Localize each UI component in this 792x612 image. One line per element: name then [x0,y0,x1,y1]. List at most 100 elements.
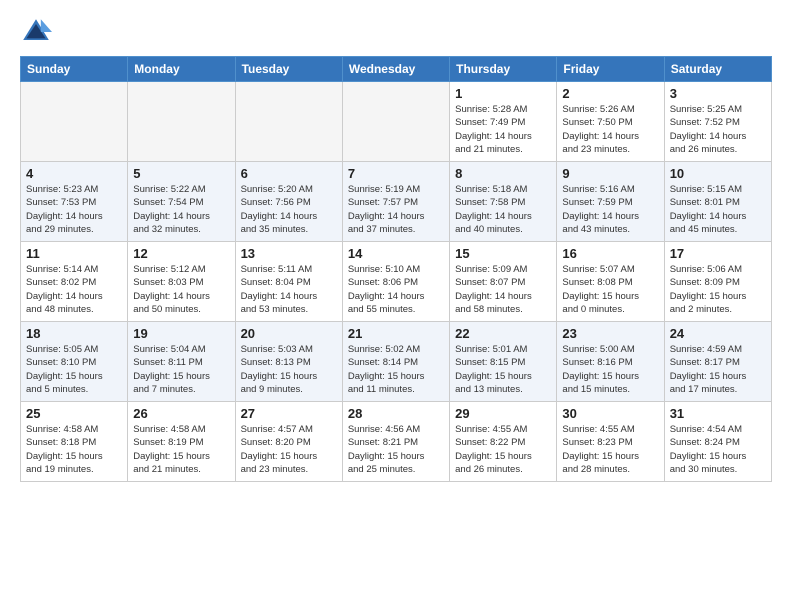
calendar-day-cell: 23 Sunrise: 5:00 AM Sunset: 8:16 PM Dayli… [557,322,664,402]
day-number: 29 [455,406,551,421]
day-info: Sunrise: 5:23 AM Sunset: 7:53 PM Dayligh… [26,183,122,236]
calendar-day-cell: 1 Sunrise: 5:28 AM Sunset: 7:49 PM Daylig… [450,82,557,162]
day-number: 3 [670,86,766,101]
logo [20,16,56,48]
day-number: 19 [133,326,229,341]
day-number: 7 [348,166,444,181]
weekday-header-sunday: Sunday [21,57,128,82]
calendar-week-row: 25 Sunrise: 4:58 AM Sunset: 8:18 PM Dayli… [21,402,772,482]
day-number: 17 [670,246,766,261]
calendar-day-cell: 22Sunrise: 5:01 AM Sunset: 8:15 PM Dayli… [450,322,557,402]
calendar-week-row: 18Sunrise: 5:05 AM Sunset: 8:10 PM Dayli… [21,322,772,402]
day-number: 12 [133,246,229,261]
day-number: 9 [562,166,658,181]
day-info: Sunrise: 5:18 AM Sunset: 7:58 PM Dayligh… [455,183,551,236]
day-number: 27 [241,406,337,421]
calendar-day-cell: 7 Sunrise: 5:19 AM Sunset: 7:57 PM Daylig… [342,162,449,242]
day-number: 28 [348,406,444,421]
weekday-header-row: SundayMondayTuesdayWednesdayThursdayFrid… [21,57,772,82]
calendar-day-cell: 14 Sunrise: 5:10 AM Sunset: 8:06 PM Dayli… [342,242,449,322]
day-number: 5 [133,166,229,181]
day-number: 15 [455,246,551,261]
calendar-day-cell: 5 Sunrise: 5:22 AM Sunset: 7:54 PM Daylig… [128,162,235,242]
day-number: 24 [670,326,766,341]
day-info: Sunrise: 5:02 AM Sunset: 8:14 PM Dayligh… [348,343,444,396]
day-number: 8 [455,166,551,181]
day-info: Sunrise: 5:01 AM Sunset: 8:15 PM Dayligh… [455,343,551,396]
day-number: 2 [562,86,658,101]
calendar-day-cell: 11 Sunrise: 5:14 AM Sunset: 8:02 PM Dayli… [21,242,128,322]
day-number: 23 [562,326,658,341]
day-info: Sunrise: 5:19 AM Sunset: 7:57 PM Dayligh… [348,183,444,236]
day-info: Sunrise: 4:58 AM Sunset: 8:18 PM Dayligh… [26,423,122,476]
day-number: 11 [26,246,122,261]
calendar-day-cell: 10 Sunrise: 5:15 AM Sunset: 8:01 PM Dayli… [664,162,771,242]
calendar-day-cell: 30Sunrise: 4:55 AM Sunset: 8:23 PM Dayli… [557,402,664,482]
day-number: 31 [670,406,766,421]
calendar-day-cell: 25 Sunrise: 4:58 AM Sunset: 8:18 PM Dayli… [21,402,128,482]
day-number: 20 [241,326,337,341]
calendar-day-cell: 24 Sunrise: 4:59 AM Sunset: 8:17 PM Dayli… [664,322,771,402]
page: SundayMondayTuesdayWednesdayThursdayFrid… [0,0,792,498]
calendar-day-cell: 12 Sunrise: 5:12 AM Sunset: 8:03 PM Dayli… [128,242,235,322]
day-info: Sunrise: 5:16 AM Sunset: 7:59 PM Dayligh… [562,183,658,236]
calendar-day-cell: 13Sunrise: 5:11 AM Sunset: 8:04 PM Dayli… [235,242,342,322]
weekday-header-friday: Friday [557,57,664,82]
weekday-header-tuesday: Tuesday [235,57,342,82]
weekday-header-wednesday: Wednesday [342,57,449,82]
calendar-day-cell: 31 Sunrise: 4:54 AM Sunset: 8:24 PM Dayli… [664,402,771,482]
day-info: Sunrise: 5:28 AM Sunset: 7:49 PM Dayligh… [455,103,551,156]
day-info: Sunrise: 4:57 AM Sunset: 8:20 PM Dayligh… [241,423,337,476]
header [20,16,772,48]
day-info: Sunrise: 4:56 AM Sunset: 8:21 PM Dayligh… [348,423,444,476]
calendar-day-cell: 18Sunrise: 5:05 AM Sunset: 8:10 PM Dayli… [21,322,128,402]
day-info: Sunrise: 5:11 AM Sunset: 8:04 PM Dayligh… [241,263,337,316]
day-number: 26 [133,406,229,421]
calendar-day-cell: 16 Sunrise: 5:07 AM Sunset: 8:08 PM Dayli… [557,242,664,322]
day-info: Sunrise: 5:14 AM Sunset: 8:02 PM Dayligh… [26,263,122,316]
calendar-day-cell: 19 Sunrise: 5:04 AM Sunset: 8:11 PM Dayli… [128,322,235,402]
calendar-day-cell: 9 Sunrise: 5:16 AM Sunset: 7:59 PM Daylig… [557,162,664,242]
day-info: Sunrise: 5:00 AM Sunset: 8:16 PM Dayligh… [562,343,658,396]
day-number: 1 [455,86,551,101]
calendar-day-cell: 8 Sunrise: 5:18 AM Sunset: 7:58 PM Daylig… [450,162,557,242]
weekday-header-monday: Monday [128,57,235,82]
day-number: 21 [348,326,444,341]
calendar-day-cell: 3Sunrise: 5:25 AM Sunset: 7:52 PM Daylig… [664,82,771,162]
calendar-week-row: 11 Sunrise: 5:14 AM Sunset: 8:02 PM Dayli… [21,242,772,322]
day-info: Sunrise: 4:55 AM Sunset: 8:22 PM Dayligh… [455,423,551,476]
day-number: 10 [670,166,766,181]
day-info: Sunrise: 5:15 AM Sunset: 8:01 PM Dayligh… [670,183,766,236]
calendar-day-cell: 28 Sunrise: 4:56 AM Sunset: 8:21 PM Dayli… [342,402,449,482]
day-number: 25 [26,406,122,421]
calendar-day-cell: 21 Sunrise: 5:02 AM Sunset: 8:14 PM Dayli… [342,322,449,402]
day-info: Sunrise: 4:55 AM Sunset: 8:23 PM Dayligh… [562,423,658,476]
calendar-day-cell [342,82,449,162]
day-info: Sunrise: 4:54 AM Sunset: 8:24 PM Dayligh… [670,423,766,476]
day-number: 6 [241,166,337,181]
weekday-header-thursday: Thursday [450,57,557,82]
calendar-day-cell: 26 Sunrise: 4:58 AM Sunset: 8:19 PM Dayli… [128,402,235,482]
calendar-day-cell: 2Sunrise: 5:26 AM Sunset: 7:50 PM Daylig… [557,82,664,162]
calendar-day-cell [235,82,342,162]
day-number: 14 [348,246,444,261]
calendar-week-row: 1 Sunrise: 5:28 AM Sunset: 7:49 PM Daylig… [21,82,772,162]
calendar-day-cell: 15Sunrise: 5:09 AM Sunset: 8:07 PM Dayli… [450,242,557,322]
calendar-day-cell: 6 Sunrise: 5:20 AM Sunset: 7:56 PM Daylig… [235,162,342,242]
day-info: Sunrise: 5:04 AM Sunset: 8:11 PM Dayligh… [133,343,229,396]
day-number: 16 [562,246,658,261]
day-info: Sunrise: 4:59 AM Sunset: 8:17 PM Dayligh… [670,343,766,396]
day-info: Sunrise: 5:20 AM Sunset: 7:56 PM Dayligh… [241,183,337,236]
calendar-day-cell: 27 Sunrise: 4:57 AM Sunset: 8:20 PM Dayli… [235,402,342,482]
day-info: Sunrise: 5:07 AM Sunset: 8:08 PM Dayligh… [562,263,658,316]
day-info: Sunrise: 5:06 AM Sunset: 8:09 PM Dayligh… [670,263,766,316]
day-info: Sunrise: 5:22 AM Sunset: 7:54 PM Dayligh… [133,183,229,236]
day-info: Sunrise: 5:10 AM Sunset: 8:06 PM Dayligh… [348,263,444,316]
calendar-day-cell: 17 Sunrise: 5:06 AM Sunset: 8:09 PM Dayli… [664,242,771,322]
calendar-day-cell [128,82,235,162]
day-info: Sunrise: 5:12 AM Sunset: 8:03 PM Dayligh… [133,263,229,316]
day-info: Sunrise: 4:58 AM Sunset: 8:19 PM Dayligh… [133,423,229,476]
logo-icon [20,16,52,48]
calendar: SundayMondayTuesdayWednesdayThursdayFrid… [20,56,772,482]
weekday-header-saturday: Saturday [664,57,771,82]
